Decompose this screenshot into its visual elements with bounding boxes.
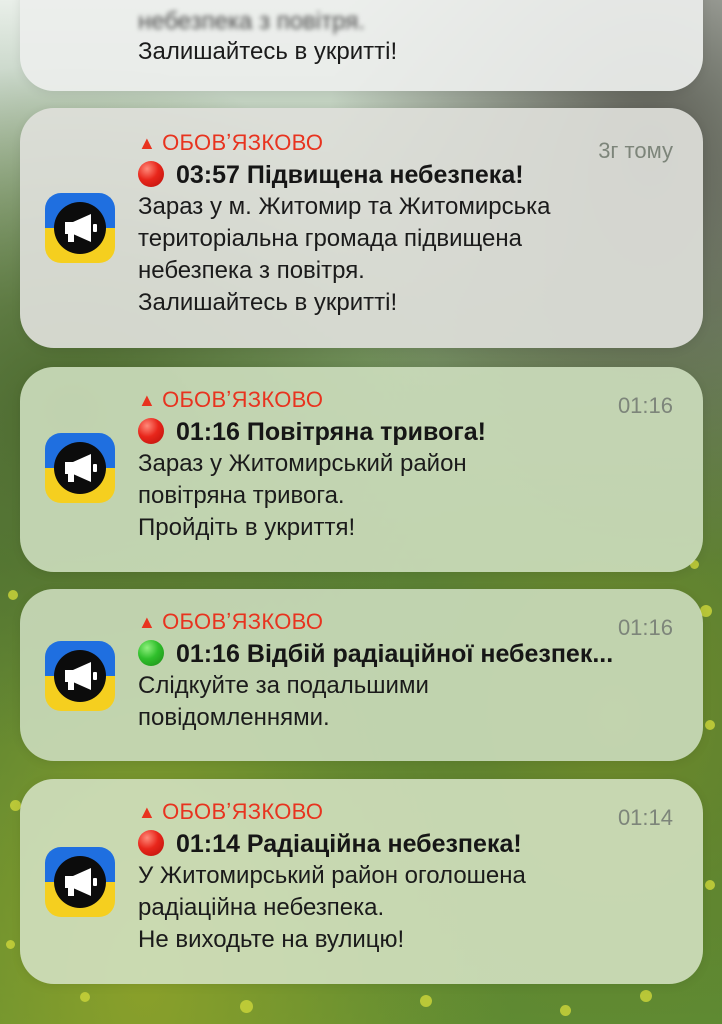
red-circle-icon (138, 418, 164, 444)
warning-icon: ▲ (138, 802, 157, 822)
warning-icon: ▲ (138, 133, 157, 153)
megaphone-icon (65, 662, 97, 690)
notification-title-text: 01:16 Повітряна тривога! (176, 418, 486, 446)
notification-title: 03:57 Підвищена небезпека! (138, 159, 673, 191)
notification-card[interactable]: 3г тому ▲ ОБОВʼЯЗКОВО 03:57 Підвищена неб… (20, 108, 703, 348)
notification-body: Слідкуйте за подальшими повідомленнями. (138, 672, 429, 731)
notification-body-line-blurred: небезпека з повітря. (138, 8, 365, 35)
app-icon (45, 193, 115, 263)
notification-title: 01:14 Радіаційна небезпека! (138, 828, 673, 860)
warning-icon: ▲ (138, 390, 157, 410)
mandatory-text: ОБОВʼЯЗКОВО (162, 799, 324, 824)
notification-body-line: Залишайтесь в укритті! (138, 38, 398, 65)
warning-icon: ▲ (138, 612, 157, 632)
green-circle-icon (138, 640, 164, 666)
notification-title: 01:16 Повітряна тривога! (138, 416, 673, 448)
mandatory-label: ▲ ОБОВʼЯЗКОВО (138, 387, 673, 413)
notification-body: Зараз у Житомирський район повітряна три… (138, 450, 467, 541)
notification-title-text: 01:14 Радіаційна небезпека! (176, 830, 522, 858)
notification-body: У Житомирський район оголошена радіаційн… (138, 862, 526, 953)
mandatory-label: ▲ ОБОВʼЯЗКОВО (138, 130, 673, 156)
notification-body: Зараз у м. Житомир та Житомирська терито… (138, 193, 551, 316)
notification-card[interactable]: 01:14 ▲ ОБОВʼЯЗКОВО 01:14 Радіаційна небе… (20, 779, 703, 984)
mandatory-text: ОБОВʼЯЗКОВО (162, 130, 324, 155)
red-circle-icon (138, 161, 164, 187)
notification-partial-top[interactable]: небезпека з повітря. Залишайтесь в укрит… (20, 0, 703, 91)
app-icon (45, 641, 115, 711)
megaphone-icon (65, 454, 97, 482)
red-circle-icon (138, 830, 164, 856)
mandatory-text: ОБОВʼЯЗКОВО (162, 387, 324, 412)
mandatory-text: ОБОВʼЯЗКОВО (162, 609, 324, 634)
notification-title-text: 03:57 Підвищена небезпека! (176, 161, 524, 189)
megaphone-icon (65, 214, 97, 242)
notification-title: 01:16 Відбій радіаційної небезпек... (138, 638, 673, 670)
app-icon (45, 847, 115, 917)
notification-card[interactable]: 01:16 ▲ ОБОВʼЯЗКОВО 01:16 Відбій радіацій… (20, 589, 703, 761)
mandatory-label: ▲ ОБОВʼЯЗКОВО (138, 609, 673, 635)
notification-title-text: 01:16 Відбій радіаційної небезпек... (176, 640, 614, 668)
app-icon (45, 433, 115, 503)
mandatory-label: ▲ ОБОВʼЯЗКОВО (138, 799, 673, 825)
notification-card[interactable]: 01:16 ▲ ОБОВʼЯЗКОВО 01:16 Повітряна триво… (20, 367, 703, 572)
megaphone-icon (65, 868, 97, 896)
